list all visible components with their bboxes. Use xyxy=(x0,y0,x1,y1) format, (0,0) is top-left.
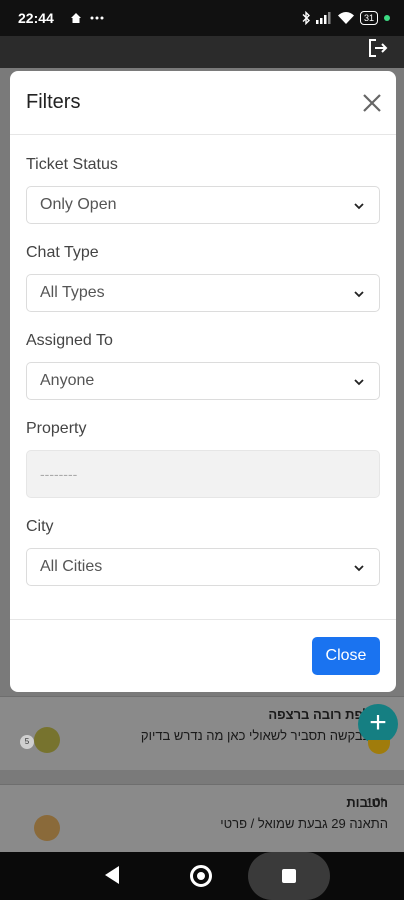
filters-modal: Filters Ticket Status Only Open Chat Typ… xyxy=(10,71,396,692)
city-value: All Cities xyxy=(40,558,103,575)
chevron-down-icon xyxy=(354,565,364,572)
property-label: Property xyxy=(26,420,87,437)
close-button[interactable]: Close xyxy=(312,637,380,675)
list-item-time: 10h xyxy=(366,795,388,810)
close-icon[interactable] xyxy=(360,91,384,115)
chat-type-value: All Types xyxy=(40,284,105,301)
assigned-to-select[interactable]: Anyone xyxy=(26,362,380,400)
home-icon xyxy=(70,13,81,23)
property-value: -------- xyxy=(40,466,78,482)
unread-badge: 5 xyxy=(20,735,34,749)
more-icon xyxy=(90,16,104,20)
chat-type-label: Chat Type xyxy=(26,244,99,261)
chat-type-select[interactable]: All Types xyxy=(26,274,380,312)
battery-icon: 31 xyxy=(359,11,378,25)
property-select: -------- xyxy=(26,450,380,498)
avatar xyxy=(34,815,60,841)
chevron-down-icon xyxy=(354,379,364,386)
app-header xyxy=(0,36,404,68)
modal-title: Filters xyxy=(26,91,81,113)
logout-icon[interactable] xyxy=(366,36,390,60)
bluetooth-icon xyxy=(302,11,310,25)
list-item: רטיבות התאנה 29 גבעת שמואל / פרטי 10h xyxy=(0,784,404,852)
list-item-preview: רן: בבקשה תסביר לשאולי כאן מה נדרש בדיוק xyxy=(140,728,388,743)
recents-icon[interactable] xyxy=(282,869,296,883)
city-select[interactable]: All Cities xyxy=(26,548,380,586)
modal-header: Filters xyxy=(10,71,396,135)
clock: 22:44 xyxy=(18,10,54,26)
back-icon[interactable] xyxy=(105,866,119,884)
chevron-down-icon xyxy=(354,203,364,210)
signal-icon xyxy=(315,12,331,24)
list-item-preview: התאנה 29 גבעת שמואל / פרטי xyxy=(220,816,388,831)
modal-footer: Close xyxy=(10,619,396,692)
assigned-to-value: Anyone xyxy=(40,372,95,389)
avatar xyxy=(34,727,60,753)
city-label: City xyxy=(26,518,54,535)
assigned-to-label: Assigned To xyxy=(26,332,113,349)
list-item-title: החלפת רובה ברצפה xyxy=(268,707,388,722)
ticket-status-value: Only Open xyxy=(40,196,117,213)
wifi-icon xyxy=(337,12,354,24)
chevron-down-icon xyxy=(354,291,364,298)
modal-body: Ticket Status Only Open Chat Type All Ty… xyxy=(10,135,396,619)
home-button-icon[interactable] xyxy=(190,865,212,887)
list-item: החלפת רובה ברצפה רן: בבקשה תסביר לשאולי … xyxy=(0,696,404,770)
privacy-indicator xyxy=(384,15,390,21)
ticket-status-label: Ticket Status xyxy=(26,156,118,173)
list-item-title: רטיבות xyxy=(346,795,388,810)
add-button[interactable]: + xyxy=(358,704,398,744)
status-bar: 22:44 31 xyxy=(0,0,404,36)
ticket-status-select[interactable]: Only Open xyxy=(26,186,380,224)
nav-bar xyxy=(0,852,404,900)
